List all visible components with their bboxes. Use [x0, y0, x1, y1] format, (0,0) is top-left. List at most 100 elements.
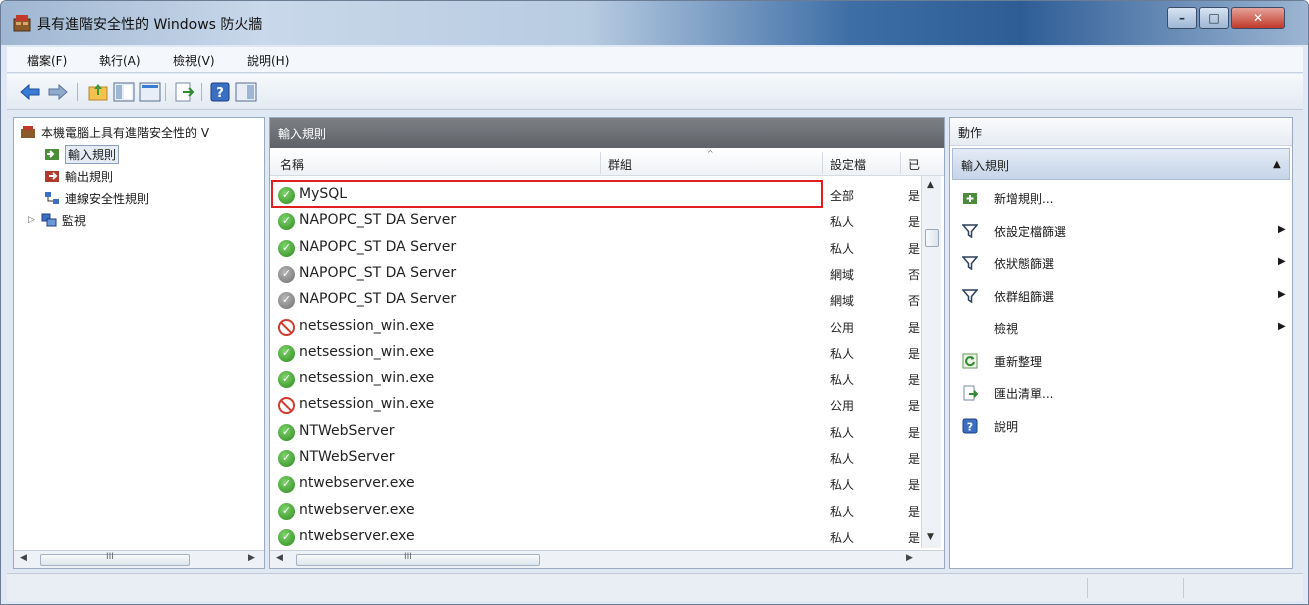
rule-profile: 私人	[830, 241, 855, 256]
state-glyph: ✓	[281, 529, 292, 543]
allow-rule-icon: ✓	[278, 239, 295, 257]
export-icon[interactable]	[173, 81, 195, 103]
tree-item-outbound-rules[interactable]: 輸出規則	[44, 166, 113, 186]
rule-enabled: 是	[908, 373, 921, 388]
tree-item-inbound-rules[interactable]: 輸入規則	[44, 144, 120, 164]
help-icon[interactable]: ?	[209, 81, 231, 103]
scroll-right-icon[interactable]: ▶	[906, 553, 913, 563]
rules-horizontal-scrollbar[interactable]: ◀ III ▶	[270, 550, 944, 568]
scroll-up-icon[interactable]: ▲	[927, 180, 934, 190]
column-group[interactable]: 群組	[608, 156, 632, 173]
action-item[interactable]: 重新整理	[958, 347, 1288, 375]
menu-file[interactable]: 檔案(F)	[27, 52, 67, 69]
maximize-button[interactable]: □	[1199, 7, 1229, 29]
block-slash	[279, 320, 293, 334]
scrollbar-thumb[interactable]	[296, 554, 540, 566]
tree-item-monitoring[interactable]: ▷ 監視	[28, 210, 86, 230]
actions-pane: 動作 輸入規則 ▲ 新增規則... 依設定檔篩選 ▶ 依狀態篩選 ▶ 依群組篩選 ▶ 檢視 ▶ 重…	[949, 117, 1293, 569]
rule-profile: 私人	[830, 504, 855, 519]
column-profile[interactable]: 設定檔	[830, 156, 866, 173]
actions-title: 動作	[958, 126, 983, 140]
action-item[interactable]: 依群組篩選 ▶	[958, 282, 1288, 310]
column-divider[interactable]	[600, 152, 601, 174]
scroll-grip: III	[404, 552, 412, 562]
show-hide-tree-icon[interactable]	[113, 81, 135, 103]
collapse-icon[interactable]: ▲	[1273, 159, 1281, 170]
inbound-rules-icon	[45, 149, 59, 160]
menu-help[interactable]: 說明(H)	[247, 52, 289, 69]
actions-header: 動作	[950, 118, 1292, 146]
table-row[interactable]: ✓ ntwebserver.exe 私人 是	[270, 524, 922, 550]
column-enabled[interactable]: 已	[908, 156, 920, 173]
menu-view[interactable]: 檢視(V)	[173, 52, 215, 69]
rules-vertical-scrollbar[interactable]: ▲ ▼	[921, 176, 941, 548]
table-row[interactable]: ✓ NAPOPC_ST DA Server 私人 是	[270, 208, 922, 234]
allow-rule-icon: ✓	[278, 450, 295, 467]
scrollbar-thumb[interactable]	[40, 554, 190, 566]
allow-rule-icon: ✓	[278, 528, 295, 546]
tree-horizontal-scrollbar[interactable]: ◀ III ▶	[14, 550, 264, 568]
table-row[interactable]: ✓ NAPOPC_ST DA Server 網域 否	[270, 261, 922, 287]
table-row[interactable]: ✓ ntwebserver.exe 私人 是	[270, 498, 922, 524]
table-row[interactable]: netsession_win.exe 公用 是	[270, 392, 922, 418]
table-row[interactable]: ✓ NTWebServer 私人 是	[270, 445, 922, 471]
allow-rule-icon: ✓	[278, 344, 295, 362]
action-item[interactable]: 新增規則...	[958, 184, 1288, 212]
rule-name: NAPOPC_ST DA Server	[299, 264, 457, 281]
rule-enabled: 是	[908, 530, 921, 545]
svg-text:?: ?	[216, 86, 224, 101]
menu-action[interactable]: 執行(A)	[99, 52, 141, 69]
up-folder-icon[interactable]	[87, 81, 109, 103]
toolbar: ?	[7, 74, 1303, 110]
help-icon: ?	[962, 418, 978, 434]
action-item[interactable]: 依狀態篩選 ▶	[958, 249, 1288, 277]
table-row[interactable]: netsession_win.exe 公用 是	[270, 314, 922, 340]
action-item[interactable]: 依設定檔篩選 ▶	[958, 217, 1288, 245]
rule-name: NAPOPC_ST DA Server	[299, 238, 457, 255]
rule-profile: 網域	[830, 294, 855, 309]
minimize-button[interactable]: –	[1167, 7, 1197, 29]
scroll-left-icon[interactable]: ◀	[276, 553, 283, 563]
action-label: 依群組篩選	[994, 289, 1055, 304]
action-label: 匯出清單...	[994, 387, 1054, 401]
forward-icon[interactable]	[47, 81, 69, 103]
state-glyph: ✓	[281, 240, 292, 254]
column-name[interactable]: 名稱	[280, 156, 304, 173]
tree-item-connection-security-rules[interactable]: 連線安全性規則	[44, 188, 149, 208]
column-divider[interactable]	[900, 152, 901, 174]
table-row[interactable]: ✓ NAPOPC_ST DA Server 網域 否	[270, 287, 922, 313]
actions-section-title: 輸入規則	[961, 159, 1010, 173]
action-item[interactable]: ? 說明	[958, 412, 1288, 440]
column-divider[interactable]	[822, 152, 823, 174]
actions-section-inbound-rules[interactable]: 輸入規則 ▲	[952, 148, 1290, 180]
table-row[interactable]: ✓ NTWebServer 私人 是	[270, 419, 922, 445]
expand-arrow-icon[interactable]: ▷	[28, 215, 35, 225]
show-action-pane-icon[interactable]	[235, 81, 257, 103]
state-glyph	[279, 399, 293, 412]
rule-enabled: 是	[908, 215, 921, 230]
scroll-left-icon[interactable]: ◀	[20, 553, 27, 563]
scroll-right-icon[interactable]: ▶	[248, 553, 255, 563]
close-button[interactable]: ✕	[1231, 7, 1285, 29]
table-row[interactable]: ✓ NAPOPC_ST DA Server 私人 是	[270, 235, 922, 261]
scrollbar-thumb[interactable]	[925, 229, 939, 247]
state-glyph: ✓	[281, 477, 292, 491]
rule-profile: 私人	[830, 530, 855, 545]
table-row[interactable]: ✓ ntwebserver.exe 私人 是	[270, 471, 922, 497]
toolbar-separator	[77, 83, 78, 101]
scroll-grip: III	[106, 552, 114, 562]
action-item[interactable]: 檢視 ▶	[958, 314, 1288, 342]
rule-name: NAPOPC_ST DA Server	[299, 212, 457, 229]
new-rule-icon	[962, 190, 978, 206]
state-glyph: ✓	[281, 345, 292, 359]
rule-name: netsession_win.exe	[299, 396, 435, 413]
title-bar[interactable]: 具有進階安全性的 Windows 防火牆 – □ ✕	[1, 1, 1308, 45]
rule-enabled: 是	[908, 320, 921, 335]
scroll-down-icon[interactable]: ▼	[927, 532, 934, 542]
table-row[interactable]: ✓ netsession_win.exe 私人 是	[270, 340, 922, 366]
table-row[interactable]: ✓ netsession_win.exe 私人 是	[270, 366, 922, 392]
action-item[interactable]: 匯出清單...	[958, 379, 1288, 407]
tree-root[interactable]: 本機電腦上具有進階安全性的 V	[20, 122, 209, 142]
properties-icon[interactable]	[139, 81, 161, 103]
back-icon[interactable]	[19, 81, 41, 103]
